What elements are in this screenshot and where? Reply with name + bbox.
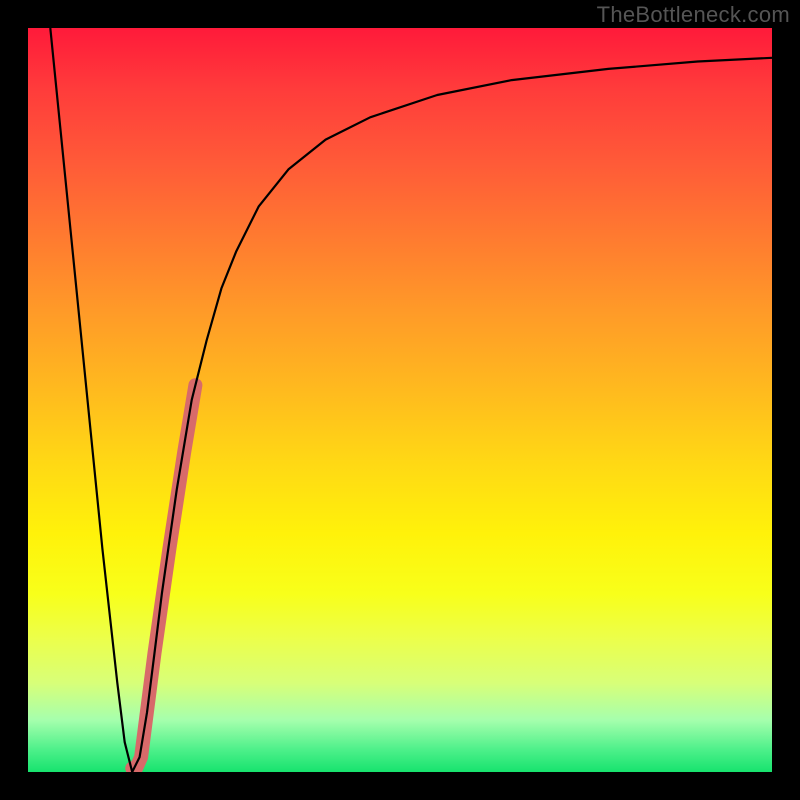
chart-svg xyxy=(28,28,772,772)
plot-area xyxy=(28,28,772,772)
watermark-text: TheBottleneck.com xyxy=(597,2,790,28)
chart-frame: TheBottleneck.com xyxy=(0,0,800,800)
